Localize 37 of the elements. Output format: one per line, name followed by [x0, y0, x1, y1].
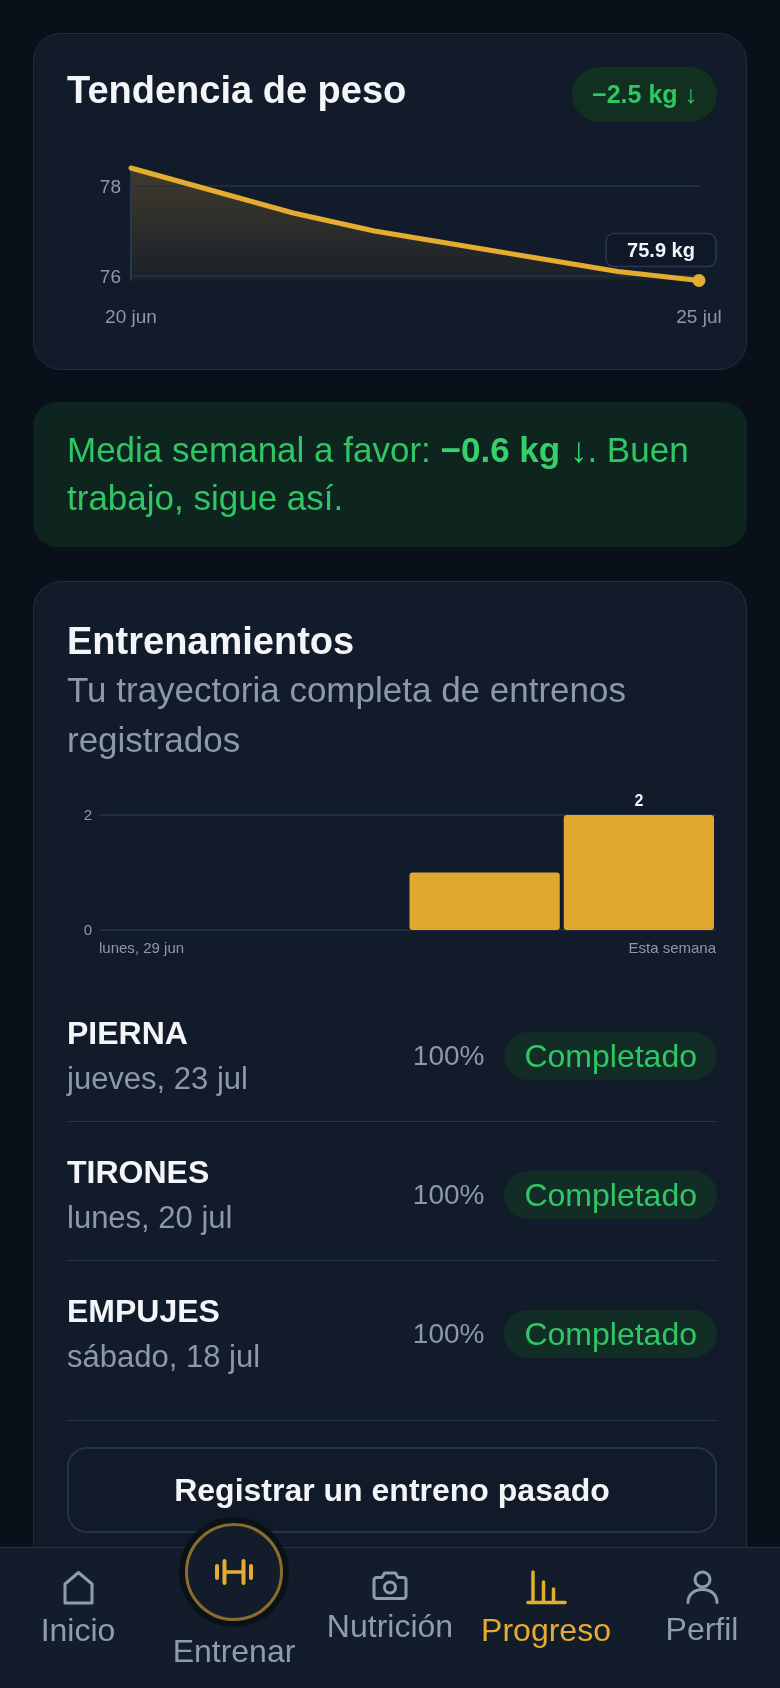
- card-title: Tendencia de peso: [67, 68, 407, 113]
- annotation: 75.9 kg: [627, 239, 695, 261]
- workout-name: TIRONES: [67, 1153, 211, 1191]
- person-icon: [685, 1570, 719, 1604]
- status-badge: Completado: [504, 1032, 717, 1080]
- y-axis-label: 78: [99, 176, 121, 197]
- data-point: [692, 274, 706, 287]
- card-title: Entrenamientos: [67, 619, 356, 664]
- workout-name: PIERNA: [67, 1014, 189, 1052]
- completion-percent: 100%: [412, 1179, 485, 1211]
- status-badge: Completado: [504, 1171, 717, 1219]
- completion-percent: 100%: [412, 1040, 485, 1072]
- completion-percent: 100%: [412, 1318, 485, 1350]
- x-axis-label: 20 jun: [105, 306, 157, 327]
- camera-icon: [372, 1570, 408, 1601]
- status-badge: Completado: [504, 1310, 717, 1358]
- y-axis-label: 2: [83, 806, 92, 823]
- workout-date: sábado, 18 jul: [67, 1338, 262, 1376]
- log-past-workout-button[interactable]: Registrar un entreno pasado: [67, 1447, 717, 1533]
- workout-name: EMPUJES: [67, 1292, 221, 1330]
- y-axis-label: 0: [83, 921, 92, 938]
- weight-change-badge: −2.5 kg ↓: [572, 67, 717, 122]
- summary-banner: Media semanal a favor: −0.6 kg ↓. Buen trabajo, sigue así.: [33, 402, 747, 547]
- workout-date: jueves, 23 jul: [67, 1060, 249, 1098]
- x-axis-label: lunes, 29 jun: [99, 939, 185, 956]
- x-axis-label: Esta semana: [628, 939, 716, 956]
- nav-tab[interactable]: Progreso: [468, 1548, 624, 1649]
- workout-date: lunes, 20 jul: [67, 1199, 234, 1237]
- bar-value-label: 2: [634, 792, 644, 809]
- y-axis-label: 76: [99, 266, 121, 287]
- nav-tab[interactable]: Inicio: [0, 1548, 156, 1649]
- value-tooltip: 75.9 kg: [605, 232, 717, 268]
- bar-chart-icon: [525, 1570, 567, 1605]
- card-subtitle: Tu trayectoria completa de entrenos registrados: [67, 669, 627, 761]
- x-axis-label: 25 jul: [676, 306, 722, 327]
- nav-tab[interactable]: Nutrición: [312, 1548, 468, 1645]
- nav-tab[interactable]: Perfil: [624, 1548, 780, 1648]
